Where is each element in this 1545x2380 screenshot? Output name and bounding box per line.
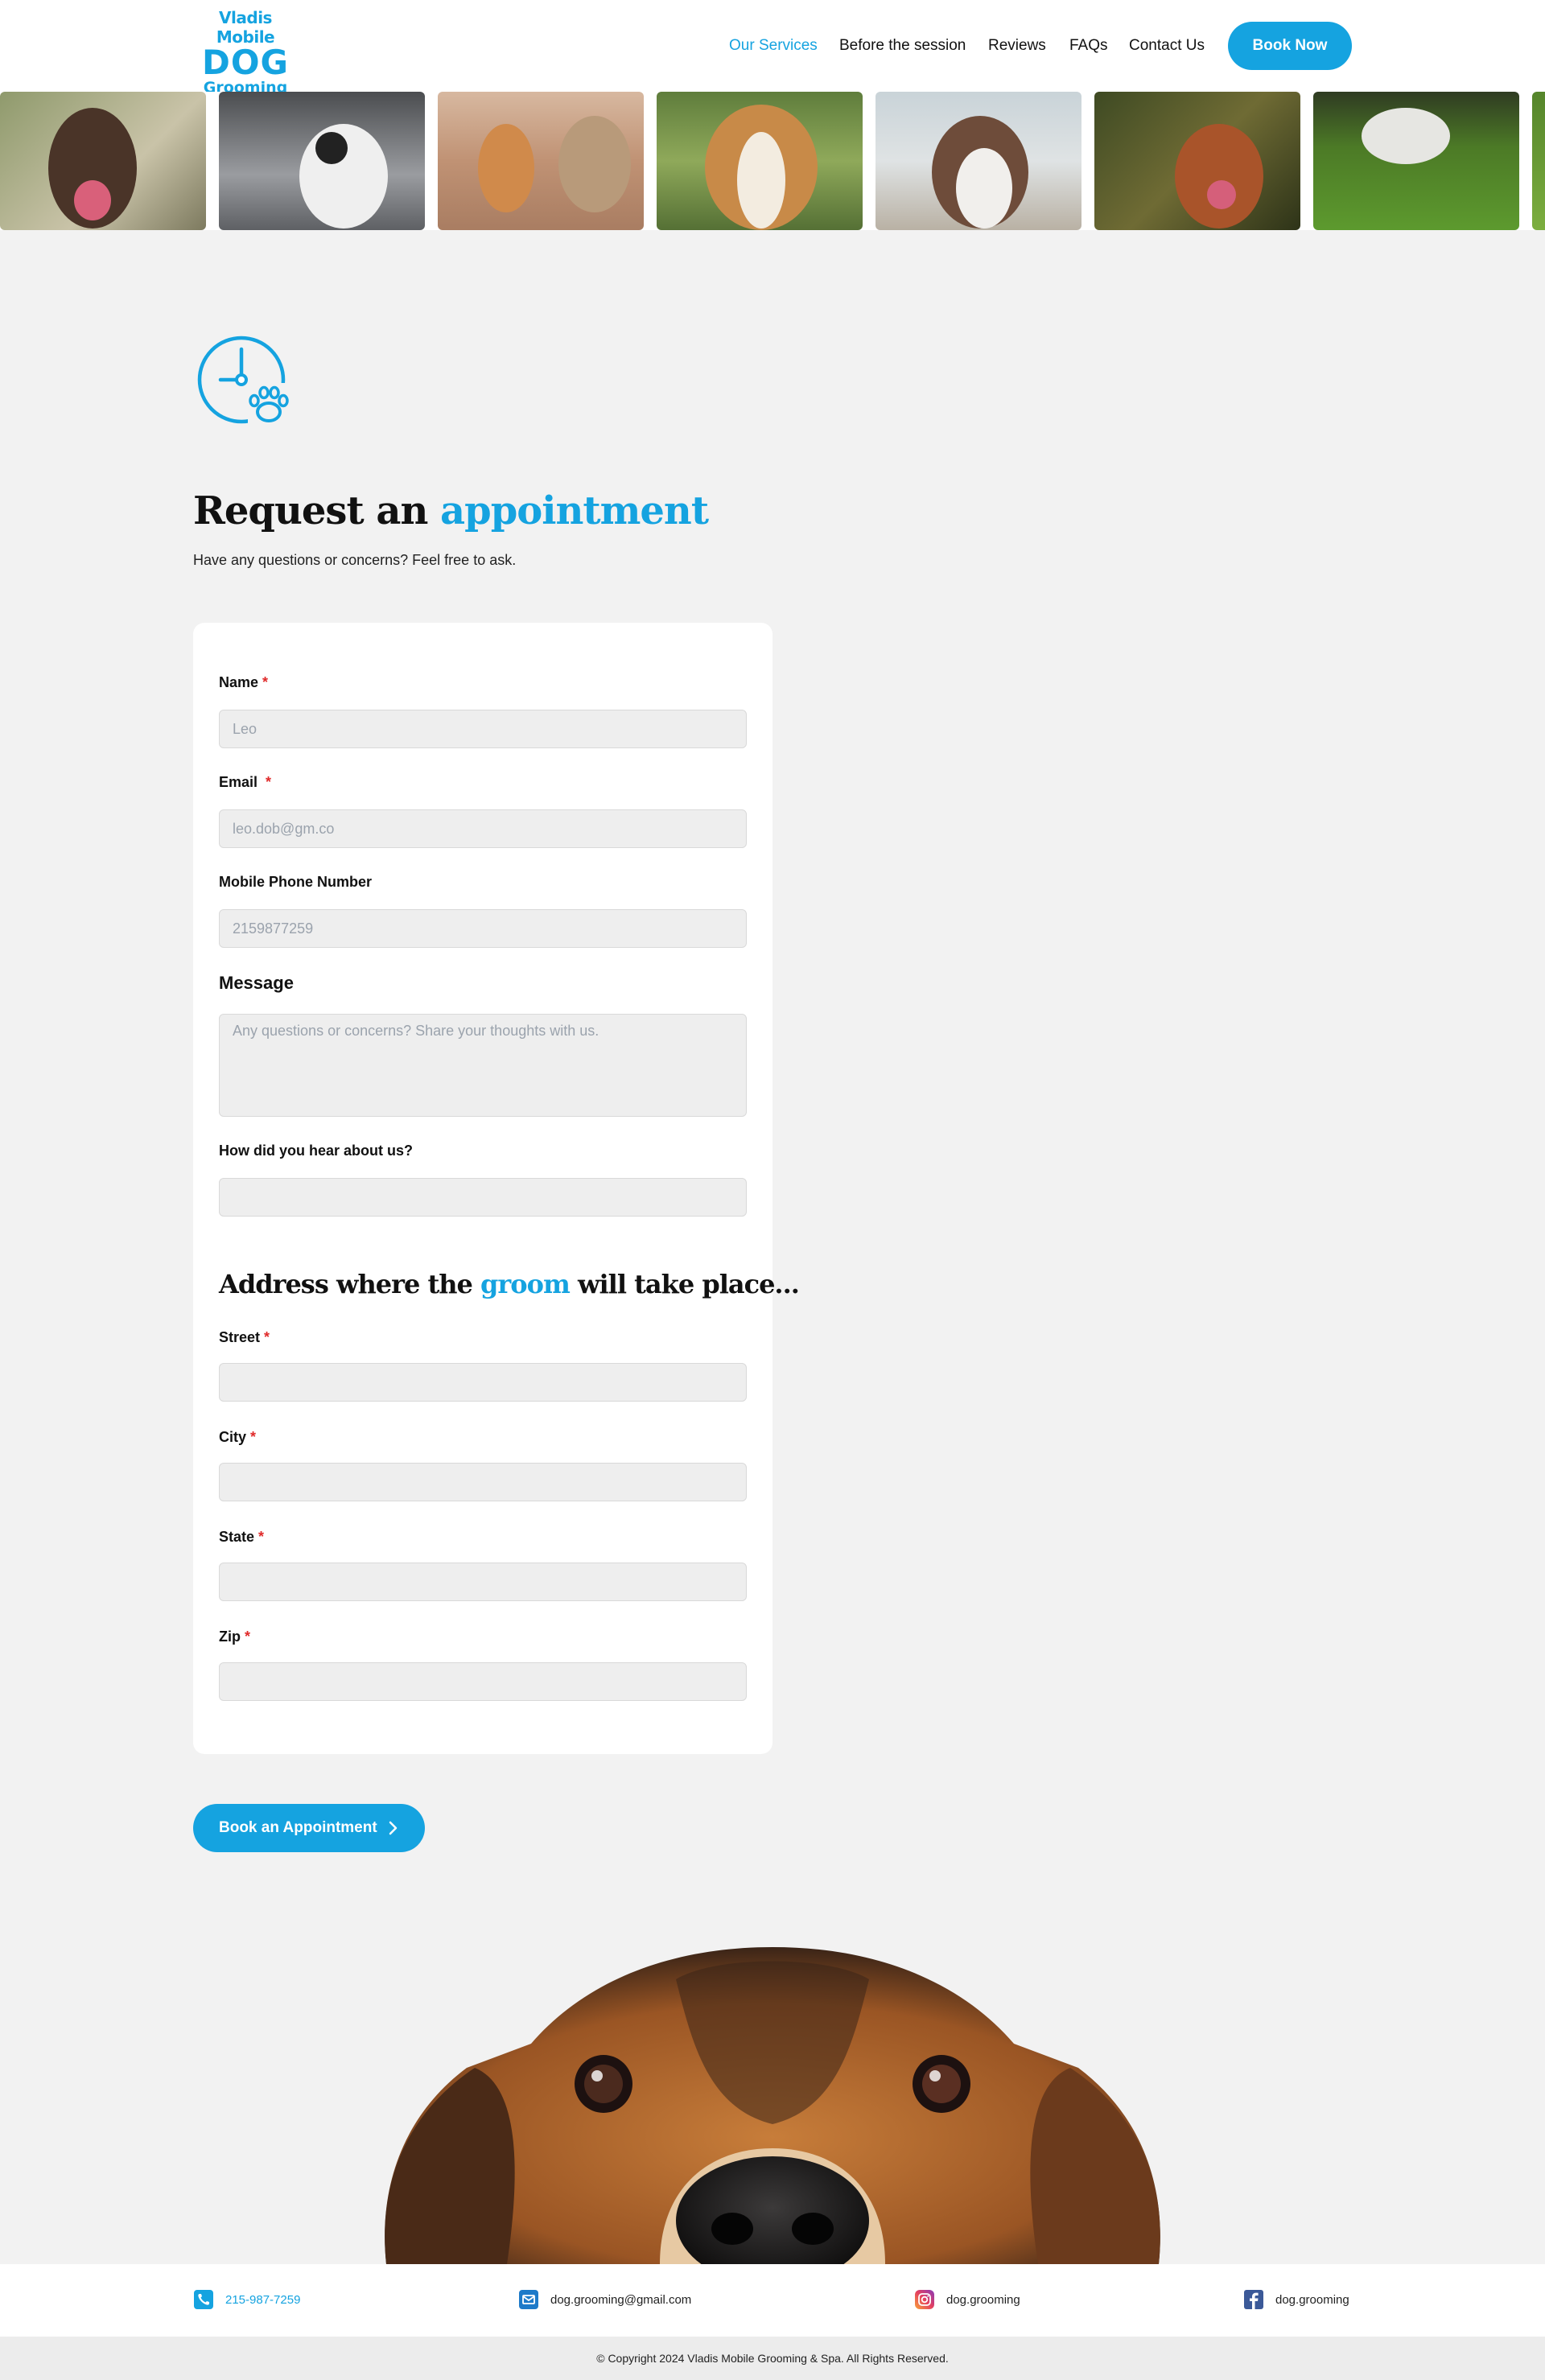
email-input[interactable]: leo.dob@gm.co: [219, 809, 747, 848]
footer-email-text: dog.grooming@gmail.com: [550, 2292, 692, 2307]
chevron-right-icon: [389, 1821, 398, 1835]
instagram-icon: [915, 2290, 934, 2309]
appointment-form: Name * Leo Email * leo.dob@gm.co Mobile …: [193, 623, 800, 1754]
site-header: Vladis Mobile DOG Grooming Our Services …: [0, 0, 1545, 97]
gallery-photo: [438, 92, 644, 230]
address-heading: Address where the groom will take place.…: [219, 1269, 800, 1299]
copyright-bar: © Copyright 2024 Vladis Mobile Grooming …: [0, 2337, 1545, 2380]
title-text: Request an: [193, 488, 441, 533]
gallery-photo: [0, 92, 206, 230]
message-label: Message: [219, 973, 294, 993]
nav-reviews[interactable]: Reviews: [988, 34, 1046, 58]
page-title: Request an appointment: [193, 483, 709, 539]
zip-label: Zip *: [219, 1629, 251, 1645]
state-label: State *: [219, 1529, 265, 1545]
facebook-icon: [1244, 2290, 1263, 2309]
peeking-dog-image: [385, 1947, 1160, 2264]
mail-icon: [519, 2290, 538, 2309]
footer-facebook[interactable]: dog.grooming: [1243, 2287, 1349, 2312]
footer-facebook-text: dog.grooming: [1275, 2292, 1349, 2307]
gallery-photo: [1532, 92, 1545, 230]
footer-instagram[interactable]: dog.grooming: [914, 2287, 1020, 2312]
dog-photo-gallery: [0, 92, 1545, 230]
footer-email[interactable]: dog.grooming@gmail.com: [518, 2287, 691, 2312]
gallery-photo: [219, 92, 425, 230]
footer-instagram-text: dog.grooming: [946, 2292, 1020, 2307]
message-textarea[interactable]: Any questions or concerns? Share your th…: [219, 1014, 747, 1117]
footer-phone-text: 215-987-7259: [225, 2292, 301, 2307]
street-input[interactable]: [219, 1363, 747, 1402]
referral-label: How did you hear about us?: [219, 1143, 414, 1159]
book-now-button[interactable]: Book Now: [1228, 22, 1352, 70]
clock-paw-icon: [197, 336, 291, 426]
gallery-photo: [876, 92, 1082, 230]
phone-input[interactable]: 2159877259: [219, 909, 747, 948]
street-label: Street *: [219, 1329, 270, 1345]
phone-label: Mobile Phone Number: [219, 874, 373, 890]
nav-our-services[interactable]: Our Services: [729, 34, 818, 58]
gallery-photo: [1313, 92, 1519, 230]
nav-before-session[interactable]: Before the session: [839, 34, 966, 58]
name-label: Name *: [219, 674, 269, 690]
city-input[interactable]: [219, 1463, 747, 1501]
name-input[interactable]: Leo: [219, 710, 747, 748]
book-appointment-button[interactable]: Book an Appointment: [193, 1804, 425, 1852]
page-subtitle: Have any questions or concerns? Feel fre…: [193, 552, 517, 568]
city-label: City *: [219, 1429, 257, 1445]
gallery-photo: [1094, 92, 1300, 230]
referral-input[interactable]: [219, 1178, 747, 1217]
footer-phone[interactable]: 215-987-7259: [193, 2287, 300, 2312]
nav-faqs[interactable]: FAQs: [1069, 34, 1108, 58]
nav-contact-us[interactable]: Contact Us: [1129, 34, 1205, 58]
gallery-photo: [657, 92, 863, 230]
copyright-text: © Copyright 2024 Vladis Mobile Grooming …: [596, 2352, 949, 2365]
zip-input[interactable]: [219, 1662, 747, 1701]
book-appointment-label: Book an Appointment: [219, 1819, 377, 1836]
phone-icon: [194, 2290, 213, 2309]
state-input[interactable]: [219, 1563, 747, 1601]
title-highlight: appointment: [440, 488, 709, 533]
email-label: Email *: [219, 774, 272, 790]
